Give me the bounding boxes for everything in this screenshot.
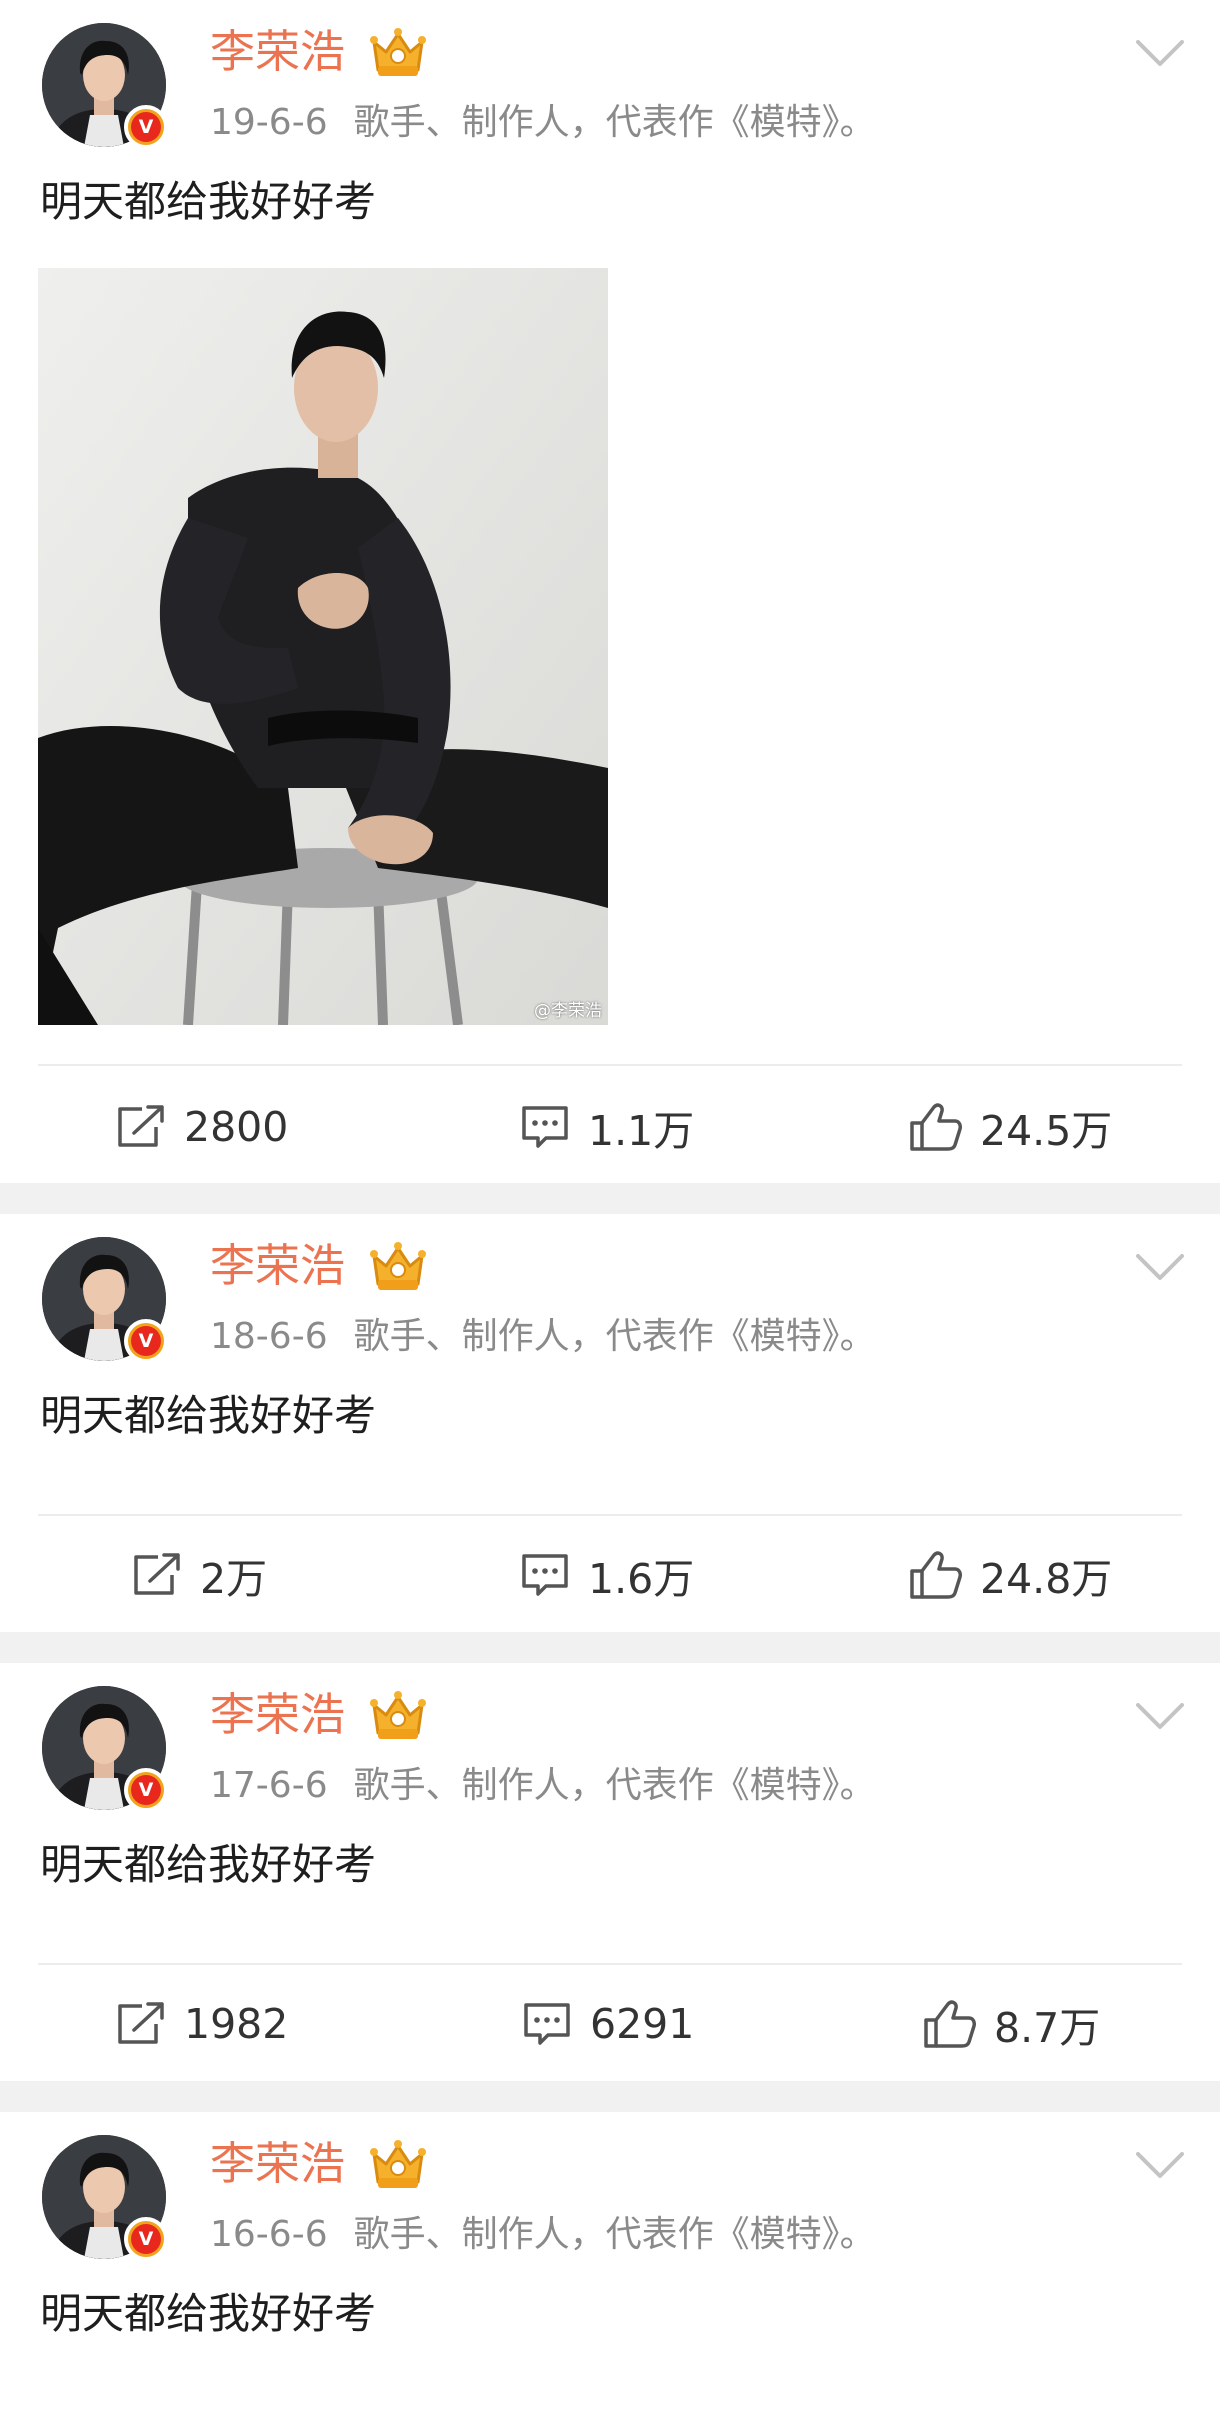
like-icon bbox=[910, 1551, 962, 1599]
post-separator bbox=[0, 1183, 1220, 1214]
post-meta: 18-6-6 歌手、制作人，代表作《模特》。 bbox=[210, 1309, 876, 1365]
post-separator bbox=[0, 2081, 1220, 2112]
divider bbox=[38, 1064, 1182, 1066]
like-icon bbox=[924, 2000, 976, 2048]
crown-icon bbox=[370, 1242, 426, 1290]
post-header: V 李荣浩 17-6-6 歌手、制作人，代表作《模特》。 bbox=[0, 1663, 1220, 1823]
post-photo[interactable]: @李荣浩 bbox=[38, 268, 608, 1025]
like-button[interactable]: 8.7万 bbox=[922, 1969, 1100, 2079]
user-bio: 歌手、制作人，代表作《模特》。 bbox=[353, 1316, 876, 1357]
comment-icon bbox=[522, 1554, 568, 1596]
post-date[interactable]: 16-6-6 bbox=[210, 2214, 328, 2255]
repost-icon bbox=[118, 2002, 164, 2044]
repost-count: 2800 bbox=[184, 1103, 289, 1151]
weibo-post: V 李荣浩 16-6-6 歌手、制作人，代表作《模特》。 明天都给我好好考 bbox=[0, 2112, 1220, 2395]
avatar[interactable]: V bbox=[42, 23, 168, 149]
comment-count: 1.6万 bbox=[588, 1555, 695, 1603]
action-bar: 1982 6291 8.7万 bbox=[0, 1969, 1220, 2079]
username[interactable]: 李荣浩 bbox=[210, 1234, 345, 1298]
post-header: V 李荣浩 19-6-6 歌手、制作人，代表作《模特》。 bbox=[0, 0, 1220, 160]
like-icon bbox=[910, 1103, 962, 1151]
post-meta: 19-6-6 歌手、制作人，代表作《模特》。 bbox=[210, 95, 876, 151]
photo-watermark: @李荣浩 bbox=[534, 1001, 602, 1021]
verified-badge: V bbox=[124, 2217, 168, 2261]
username[interactable]: 李荣浩 bbox=[210, 1683, 345, 1747]
post-date[interactable]: 18-6-6 bbox=[210, 1316, 328, 1357]
like-count: 8.7万 bbox=[994, 2004, 1101, 2052]
post-text[interactable]: 明天都给我好好考 bbox=[40, 1384, 376, 1448]
chevron-down-icon[interactable] bbox=[1134, 2148, 1186, 2182]
avatar[interactable]: V bbox=[42, 2135, 168, 2261]
verified-badge-label: V bbox=[131, 112, 161, 142]
avatar[interactable]: V bbox=[42, 1686, 168, 1812]
like-count: 24.8万 bbox=[980, 1555, 1113, 1603]
post-separator bbox=[0, 1632, 1220, 1663]
user-bio: 歌手、制作人，代表作《模特》。 bbox=[353, 2214, 876, 2255]
like-count: 24.5万 bbox=[980, 1107, 1113, 1155]
user-bio: 歌手、制作人，代表作《模特》。 bbox=[353, 1765, 876, 1806]
action-bar: 2800 1.1万 24.5万 bbox=[0, 1072, 1220, 1182]
action-bar: 2万 1.6万 24.8万 bbox=[0, 1520, 1220, 1630]
comment-button[interactable]: 1.1万 bbox=[518, 1072, 694, 1182]
weibo-post: V 李荣浩 18-6-6 歌手、制作人，代表作《模特》。 明天都给我好好考 2万… bbox=[0, 1214, 1220, 1632]
like-button[interactable]: 24.8万 bbox=[908, 1520, 1112, 1630]
crown-icon bbox=[370, 1691, 426, 1739]
post-text[interactable]: 明天都给我好好考 bbox=[40, 170, 376, 234]
divider bbox=[38, 1963, 1182, 1965]
crown-icon bbox=[370, 28, 426, 76]
comment-button[interactable]: 1.6万 bbox=[518, 1520, 694, 1630]
verified-badge: V bbox=[124, 1319, 168, 1363]
repost-count: 2万 bbox=[200, 1555, 268, 1603]
verified-badge-label: V bbox=[131, 1326, 161, 1356]
user-bio: 歌手、制作人，代表作《模特》。 bbox=[353, 102, 876, 143]
post-date[interactable]: 19-6-6 bbox=[210, 102, 328, 143]
verified-badge: V bbox=[124, 1768, 168, 1812]
repost-button[interactable]: 2万 bbox=[130, 1520, 267, 1630]
repost-count: 1982 bbox=[184, 2000, 289, 2048]
chevron-down-icon[interactable] bbox=[1134, 1699, 1186, 1733]
verified-badge-label: V bbox=[131, 1775, 161, 1805]
repost-button[interactable]: 1982 bbox=[114, 1969, 288, 2079]
repost-icon bbox=[118, 1105, 164, 1147]
post-meta: 16-6-6 歌手、制作人，代表作《模特》。 bbox=[210, 2207, 876, 2263]
chevron-down-icon[interactable] bbox=[1134, 36, 1186, 70]
username[interactable]: 李荣浩 bbox=[210, 20, 345, 84]
comment-count: 1.1万 bbox=[588, 1107, 695, 1155]
comment-icon bbox=[524, 2003, 570, 2045]
post-text[interactable]: 明天都给我好好考 bbox=[40, 2282, 376, 2346]
avatar[interactable]: V bbox=[42, 1237, 168, 1363]
verified-badge: V bbox=[124, 105, 168, 149]
repost-icon bbox=[134, 1553, 180, 1595]
chevron-down-icon[interactable] bbox=[1134, 1250, 1186, 1284]
weibo-post: V 李荣浩 19-6-6 歌手、制作人，代表作《模特》。 明天都给我好好考 @李… bbox=[0, 0, 1220, 1183]
post-date[interactable]: 17-6-6 bbox=[210, 1765, 328, 1806]
post-text[interactable]: 明天都给我好好考 bbox=[40, 1833, 376, 1897]
verified-badge-label: V bbox=[131, 2224, 161, 2254]
weibo-post: V 李荣浩 17-6-6 歌手、制作人，代表作《模特》。 明天都给我好好考 19… bbox=[0, 1663, 1220, 2081]
divider bbox=[38, 1514, 1182, 1516]
comment-count: 6291 bbox=[590, 2000, 695, 2048]
crown-icon bbox=[370, 2140, 426, 2188]
comment-icon bbox=[522, 1106, 568, 1148]
post-header: V 李荣浩 18-6-6 歌手、制作人，代表作《模特》。 bbox=[0, 1214, 1220, 1374]
repost-button[interactable]: 2800 bbox=[114, 1072, 288, 1182]
like-button[interactable]: 24.5万 bbox=[908, 1072, 1112, 1182]
comment-button[interactable]: 6291 bbox=[520, 1969, 694, 2079]
post-header: V 李荣浩 16-6-6 歌手、制作人，代表作《模特》。 bbox=[0, 2112, 1220, 2272]
weibo-feed: V 李荣浩 19-6-6 歌手、制作人，代表作《模特》。 明天都给我好好考 @李… bbox=[0, 0, 1220, 2395]
post-meta: 17-6-6 歌手、制作人，代表作《模特》。 bbox=[210, 1758, 876, 1814]
username[interactable]: 李荣浩 bbox=[210, 2132, 345, 2196]
